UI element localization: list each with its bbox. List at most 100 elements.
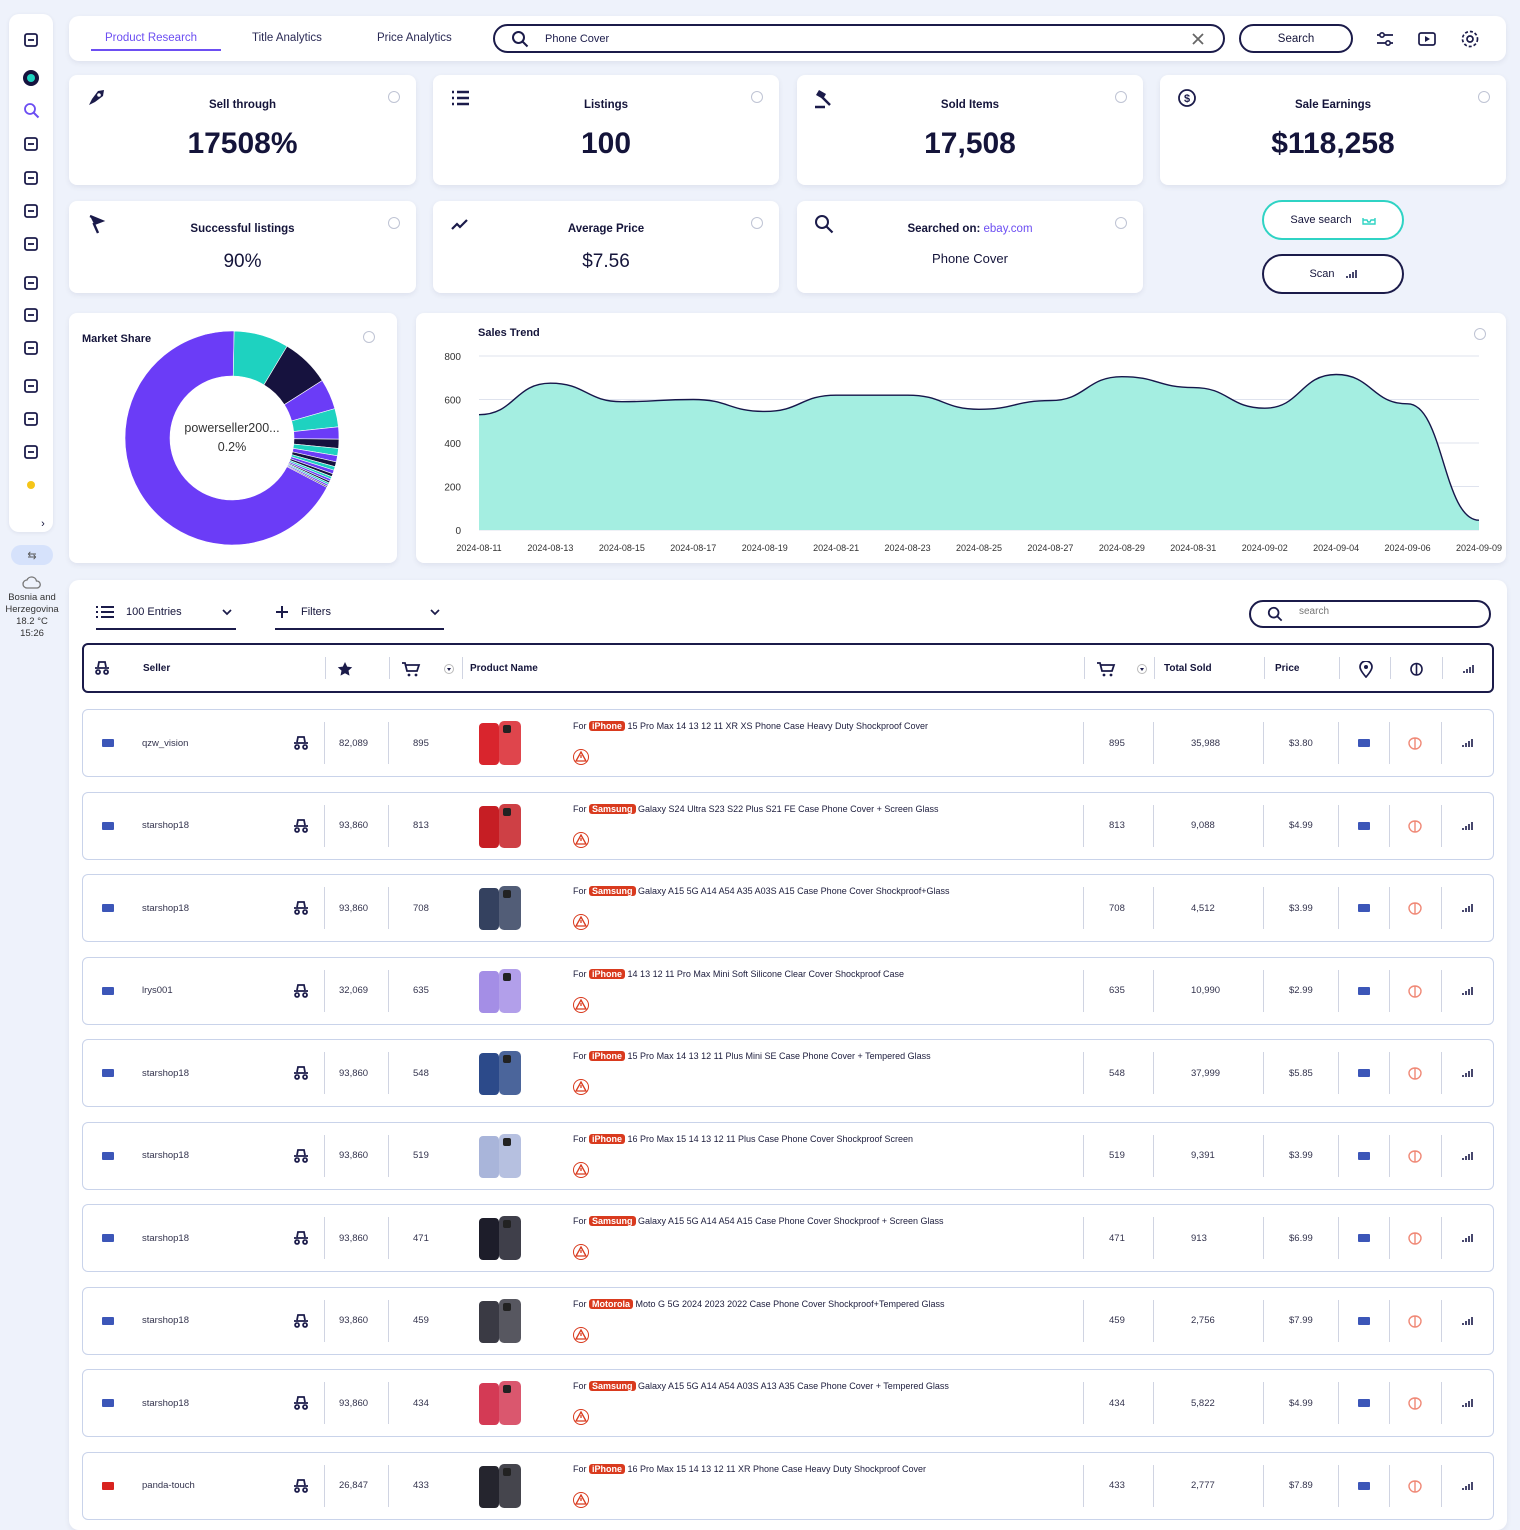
signal-icon[interactable] bbox=[1461, 1288, 1473, 1354]
users-icon[interactable] bbox=[21, 273, 41, 293]
product-thumbnail[interactable] bbox=[475, 967, 527, 1017]
brain-icon[interactable] bbox=[1407, 1288, 1423, 1354]
signal-icon[interactable] bbox=[1461, 710, 1473, 776]
network-icon[interactable] bbox=[21, 168, 41, 188]
seller-name[interactable]: starshop18 bbox=[142, 1288, 189, 1354]
clear-icon[interactable] bbox=[1191, 32, 1205, 46]
diamond-icon[interactable] bbox=[21, 234, 41, 254]
help-icon[interactable] bbox=[363, 331, 375, 343]
expand-chevron-icon[interactable]: › bbox=[33, 514, 53, 534]
frame-icon[interactable] bbox=[21, 201, 41, 221]
warning-icon[interactable] bbox=[573, 996, 589, 1013]
wrench-icon[interactable] bbox=[21, 376, 41, 396]
product-thumbnail[interactable] bbox=[475, 1297, 527, 1347]
spy-seller-icon[interactable] bbox=[293, 1040, 309, 1106]
spy-seller-icon[interactable] bbox=[293, 710, 309, 776]
brain-icon[interactable] bbox=[1407, 710, 1423, 776]
seller-name[interactable]: starshop18 bbox=[142, 1123, 189, 1189]
table-row[interactable]: starshop18 93,860 548 For iPhone 15 Pro … bbox=[82, 1039, 1494, 1107]
table-row[interactable]: starshop18 93,860 434 For Samsung Galaxy… bbox=[82, 1369, 1494, 1437]
table-row[interactable]: starshop18 93,860 459 For Motorola Moto … bbox=[82, 1286, 1494, 1355]
seller-name[interactable]: qzw_vision bbox=[142, 710, 188, 776]
warning-icon[interactable] bbox=[573, 831, 589, 848]
save-search-button[interactable]: Save search bbox=[1262, 200, 1404, 240]
table-row[interactable]: qzw_vision 82,089 895 For iPhone 15 Pro … bbox=[82, 709, 1494, 777]
warning-icon[interactable] bbox=[573, 914, 589, 930]
tab-price-analytics[interactable]: Price Analytics bbox=[377, 32, 452, 44]
product-name[interactable]: For Samsung Galaxy S24 Ultra S23 S22 Plu… bbox=[573, 803, 953, 816]
product-name[interactable]: For iPhone 14 13 12 11 Pro Max Mini Soft… bbox=[573, 968, 953, 981]
product-name[interactable]: For iPhone 16 Pro Max 15 14 13 12 11 Plu… bbox=[573, 1133, 953, 1146]
sort-icon[interactable] bbox=[444, 664, 454, 674]
table-row[interactable]: starshop18 93,860 813 For Samsung Galaxy… bbox=[82, 791, 1494, 860]
filters-select[interactable]: Filters bbox=[275, 596, 444, 630]
warning-icon[interactable] bbox=[573, 1326, 589, 1343]
cart-icon[interactable] bbox=[1096, 661, 1116, 677]
product-thumbnail[interactable] bbox=[475, 802, 527, 852]
product-name[interactable]: For iPhone 15 Pro Max 14 13 12 11 Plus M… bbox=[573, 1050, 953, 1063]
header-price[interactable]: Price bbox=[1275, 663, 1299, 674]
warning-icon[interactable] bbox=[573, 1409, 589, 1425]
product-thumbnail[interactable] bbox=[475, 719, 527, 769]
product-thumbnail[interactable] bbox=[475, 1379, 527, 1429]
hand-icon[interactable] bbox=[21, 338, 41, 358]
signal-icon[interactable] bbox=[1461, 1123, 1473, 1189]
table-row[interactable]: starshop18 93,860 471 For Samsung Galaxy… bbox=[82, 1204, 1494, 1272]
spy-seller-icon[interactable] bbox=[293, 1123, 309, 1189]
signal-icon[interactable] bbox=[1461, 793, 1473, 859]
spy-seller-icon[interactable] bbox=[293, 1288, 309, 1354]
header-total-sold[interactable]: Total Sold bbox=[1164, 663, 1212, 674]
brain-icon[interactable] bbox=[1407, 875, 1423, 941]
sidebar-toggle[interactable]: ⇆ bbox=[11, 545, 53, 565]
header-seller[interactable]: Seller bbox=[143, 663, 170, 674]
seller-name[interactable]: panda-touch bbox=[142, 1453, 195, 1519]
spy-seller-icon[interactable] bbox=[293, 1453, 309, 1519]
search-input[interactable]: Phone Cover bbox=[545, 33, 609, 45]
sliders-icon[interactable] bbox=[1375, 29, 1395, 49]
seller-name[interactable]: starshop18 bbox=[142, 793, 189, 859]
cart-icon[interactable] bbox=[401, 661, 421, 677]
search-button[interactable]: Search bbox=[1239, 24, 1353, 53]
video-icon[interactable] bbox=[1417, 29, 1437, 49]
search-box[interactable]: Phone Cover bbox=[493, 24, 1225, 53]
product-name[interactable]: For Samsung Galaxy A15 5G A14 A54 A15 Ca… bbox=[573, 1215, 953, 1228]
product-thumbnail[interactable] bbox=[475, 1214, 527, 1264]
brain-icon[interactable] bbox=[1407, 1205, 1423, 1271]
brain-icon[interactable] bbox=[1407, 1040, 1423, 1106]
signal-icon[interactable] bbox=[1461, 1205, 1473, 1271]
brain-icon[interactable] bbox=[1407, 1123, 1423, 1189]
table-search[interactable] bbox=[1249, 600, 1491, 628]
sun-icon[interactable] bbox=[21, 475, 41, 495]
signal-icon[interactable] bbox=[1461, 1370, 1473, 1436]
table-row[interactable]: starshop18 93,860 708 For Samsung Galaxy… bbox=[82, 874, 1494, 942]
ebay-link[interactable]: ebay.com bbox=[984, 223, 1033, 235]
seller-name[interactable]: starshop18 bbox=[142, 1370, 189, 1436]
product-name[interactable]: For Samsung Galaxy A15 5G A14 A54 A35 A0… bbox=[573, 885, 953, 898]
signal-icon[interactable] bbox=[1461, 1453, 1473, 1519]
signal-icon[interactable] bbox=[1461, 875, 1473, 941]
logout-icon[interactable] bbox=[21, 442, 41, 462]
signal-icon[interactable] bbox=[1461, 1040, 1473, 1106]
swap-icon[interactable] bbox=[21, 30, 41, 50]
product-thumbnail[interactable] bbox=[475, 884, 527, 934]
seller-name[interactable]: lrys001 bbox=[142, 958, 173, 1024]
settings-icon[interactable] bbox=[1460, 29, 1480, 49]
product-thumbnail[interactable] bbox=[475, 1462, 527, 1512]
table-row[interactable]: starshop18 93,860 519 For iPhone 16 Pro … bbox=[82, 1121, 1494, 1190]
seller-name[interactable]: starshop18 bbox=[142, 875, 189, 941]
brain-icon[interactable] bbox=[1407, 958, 1423, 1024]
signal-icon[interactable] bbox=[1461, 958, 1473, 1024]
warning-icon[interactable] bbox=[573, 1079, 589, 1095]
product-name[interactable]: For iPhone 15 Pro Max 14 13 12 11 XR XS … bbox=[573, 720, 953, 733]
warning-icon[interactable] bbox=[573, 1491, 589, 1508]
warning-icon[interactable] bbox=[573, 1161, 589, 1178]
tab-title-analytics[interactable]: Title Analytics bbox=[252, 32, 322, 44]
spy-seller-icon[interactable] bbox=[293, 793, 309, 859]
search-magnify-icon[interactable] bbox=[21, 101, 41, 121]
warning-icon[interactable] bbox=[573, 1244, 589, 1260]
product-thumbnail[interactable] bbox=[475, 1049, 527, 1099]
header-product-name[interactable]: Product Name bbox=[470, 663, 538, 674]
warning-icon[interactable] bbox=[573, 749, 589, 765]
sort-icon[interactable] bbox=[1137, 664, 1147, 674]
spy-icon[interactable] bbox=[21, 134, 41, 154]
